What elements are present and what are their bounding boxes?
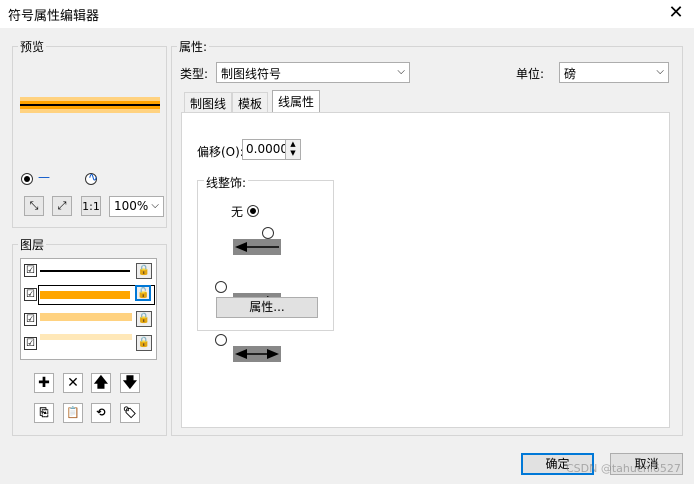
spin-up-icon[interactable]: ▲ [286,140,300,149]
actual-size-icon[interactable]: 1:1 [81,196,101,216]
preview-mode-line-icon: — [38,170,50,184]
decoration-none-label: 无 [231,205,244,219]
layer-2-swatch [40,291,130,299]
add-layer-icon[interactable]: ✚ [34,373,54,393]
decoration-both-arrow-radio[interactable] [215,334,227,346]
offset-input[interactable]: 0.0000 [242,139,288,160]
layer-3-swatch [40,313,132,321]
move-down-icon[interactable]: 🡇 [120,373,140,393]
layers-label: 图层 [18,236,47,253]
layer-2-lock-icon[interactable]: 🔓 [135,285,151,301]
layer-4-swatch [40,334,132,340]
tab-template[interactable]: 模板 [232,92,269,112]
layer-4-checkbox[interactable]: ☑ [24,337,37,350]
zoom-select[interactable]: 100% ⌵ [109,196,164,217]
start-arrow-icon [233,239,281,255]
close-icon[interactable]: ✕ [664,2,688,24]
copy-icon[interactable]: ⎘ [34,403,54,423]
offset-value: 0.0000 [246,142,288,156]
offset-spinner[interactable]: ▲ ▼ [285,139,301,160]
properties-label: 属性: [177,38,210,55]
type-select[interactable]: 制图线符号 ⌵ [216,62,410,83]
decoration-end-arrow-radio[interactable] [215,281,227,293]
tab-cartographic-line[interactable]: 制图线 [184,92,233,112]
layer-2-checkbox[interactable]: ☑ [24,288,37,301]
decoration-attributes-button[interactable]: 属性... [216,297,318,318]
title-bar [0,0,694,28]
layer-1-lock-icon[interactable]: 🔒 [136,263,152,279]
preview-mode-line-radio[interactable] [21,173,33,185]
move-up-icon[interactable]: 🡅 [91,373,111,393]
preview-mode-wave-icon: ∿ [88,170,99,184]
chevron-down-icon: ⌵ [151,200,159,211]
layer-4-lock-icon[interactable]: 🔒 [136,335,152,351]
zoom-value: 100% [114,199,149,213]
decoration-none-radio[interactable] [246,205,259,217]
preview-line-black [20,104,160,106]
zoom-in-icon[interactable]: ⤡ [24,196,44,216]
both-arrow-icon [233,346,281,362]
chevron-down-icon: ⌵ [397,66,405,77]
tab-line-properties[interactable]: 线属性 [272,90,321,112]
decoration-label: 线整饰: [204,174,249,191]
tag-icon[interactable]: 🏷 [120,403,140,423]
offset-label: 偏移(O): [197,145,244,159]
unit-value: 磅 [564,67,577,81]
layer-3-checkbox[interactable]: ☑ [24,313,37,326]
delete-layer-icon[interactable]: ✕ [63,373,83,393]
reset-icon[interactable]: ⟲ [91,403,111,423]
layer-1-checkbox[interactable]: ☑ [24,264,37,277]
layer-1-swatch [40,270,130,272]
window-title: 符号属性编辑器 [8,9,100,24]
layer-3-lock-icon[interactable]: 🔒 [136,311,152,327]
zoom-fit-icon[interactable]: ⤢ [52,196,72,216]
chevron-down-icon: ⌵ [656,66,664,77]
paste-icon[interactable]: 📋 [63,403,83,423]
type-value: 制图线符号 [221,67,282,81]
preview-canvas [20,96,160,116]
watermark: CSDN @tahuchi6527 [566,462,681,475]
unit-label: 单位: [516,67,545,81]
preview-label: 预览 [18,38,47,55]
spin-down-icon[interactable]: ▼ [286,149,300,158]
unit-select[interactable]: 磅 ⌵ [559,62,669,83]
type-label: 类型: [180,67,209,81]
